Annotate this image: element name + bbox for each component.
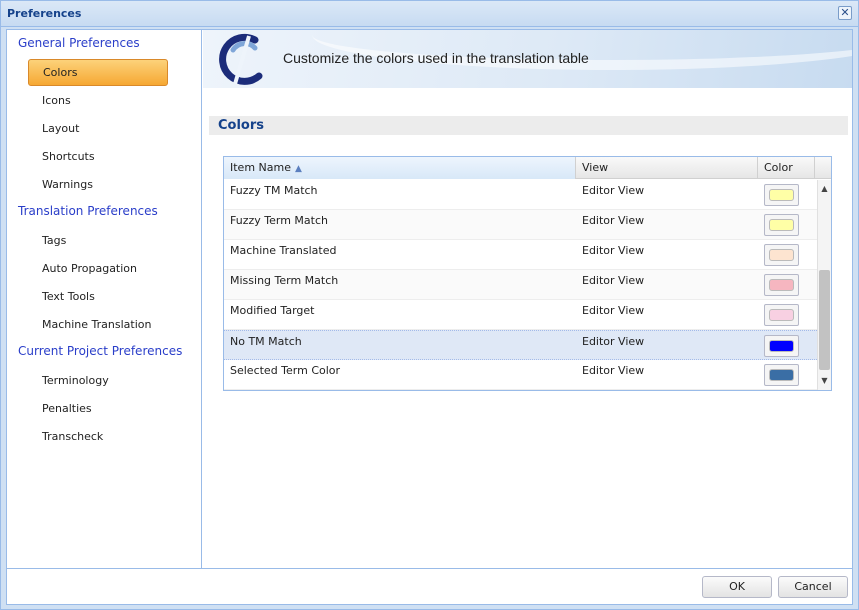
title-bar: Preferences ✕ — [1, 1, 858, 27]
preferences-content: Customize the colors used in the transla… — [203, 30, 852, 568]
sort-ascending-icon: ▲ — [295, 164, 302, 174]
column-header-spacer — [815, 157, 831, 179]
color-swatch — [769, 369, 794, 381]
sidebar-item-machine-translation[interactable]: Machine Translation — [28, 311, 168, 339]
column-header-color[interactable]: Color — [758, 157, 815, 179]
section-title: Colors — [209, 116, 848, 135]
row-item-name: Machine Translated — [230, 244, 337, 257]
color-picker-button[interactable] — [764, 214, 799, 236]
column-header-view[interactable]: View — [576, 157, 758, 179]
row-view: Editor View — [582, 214, 645, 227]
row-item-name: Fuzzy Term Match — [230, 214, 328, 227]
row-view: Editor View — [582, 274, 645, 287]
sidebar-item-auto-propagation[interactable]: Auto Propagation — [28, 255, 168, 283]
color-swatch — [769, 189, 794, 201]
scroll-down-icon[interactable]: ▼ — [818, 374, 831, 388]
table-row[interactable]: Missing Term Match Editor View — [224, 270, 817, 300]
ok-button[interactable]: OK — [702, 576, 772, 598]
color-picker-button[interactable] — [764, 184, 799, 206]
row-view: Editor View — [582, 335, 645, 348]
sidebar-item-warnings[interactable]: Warnings — [28, 171, 168, 199]
color-picker-button[interactable] — [764, 274, 799, 296]
dialog-footer: OK Cancel — [6, 569, 853, 605]
column-label: Item Name — [230, 161, 291, 174]
preferences-sidebar: General Preferences Colors Icons Layout … — [7, 30, 202, 568]
scroll-thumb[interactable] — [819, 270, 830, 370]
grid-body: Fuzzy TM Match Editor View Fuzzy Term Matc… — [224, 180, 817, 390]
color-swatch — [769, 249, 794, 261]
color-picker-button[interactable] — [764, 304, 799, 326]
row-view: Editor View — [582, 304, 645, 317]
row-item-name: Modified Target — [230, 304, 315, 317]
color-picker-button[interactable] — [764, 244, 799, 266]
sidebar-item-layout[interactable]: Layout — [28, 115, 168, 143]
row-view: Editor View — [582, 364, 645, 377]
color-picker-button[interactable] — [764, 335, 799, 357]
sidebar-group-translation[interactable]: Translation Preferences — [18, 204, 158, 218]
grid-scrollbar[interactable]: ▲ ▼ — [817, 180, 831, 390]
preferences-window: Preferences ✕ General Preferences Colors… — [0, 0, 859, 610]
row-item-name: Selected Term Color — [230, 364, 341, 377]
color-swatch — [769, 340, 794, 352]
sidebar-item-colors[interactable]: Colors — [28, 59, 168, 86]
scroll-up-icon[interactable]: ▲ — [818, 182, 831, 196]
row-view: Editor View — [582, 244, 645, 257]
sidebar-group-general[interactable]: General Preferences — [18, 36, 140, 50]
table-row[interactable]: Fuzzy Term Match Editor View — [224, 210, 817, 240]
grid-header: Item Name ▲ View Color — [224, 157, 831, 179]
page-heading: Customize the colors used in the transla… — [283, 50, 589, 66]
table-row[interactable]: No TM Match Editor View — [224, 330, 817, 360]
sidebar-item-terminology[interactable]: Terminology — [28, 367, 168, 395]
row-view: Editor View — [582, 184, 645, 197]
sidebar-group-current-project[interactable]: Current Project Preferences — [18, 344, 182, 358]
table-row[interactable]: Selected Term Color Editor View — [224, 360, 817, 390]
color-swatch — [769, 279, 794, 291]
app-logo-icon — [219, 33, 263, 85]
sidebar-item-penalties[interactable]: Penalties — [28, 395, 168, 423]
sidebar-item-tags[interactable]: Tags — [28, 227, 168, 255]
header-banner: Customize the colors used in the transla… — [203, 30, 852, 88]
sidebar-item-icons[interactable]: Icons — [28, 87, 168, 115]
table-row[interactable]: Machine Translated Editor View — [224, 240, 817, 270]
color-swatch — [769, 309, 794, 321]
row-item-name: Missing Term Match — [230, 274, 339, 287]
sidebar-item-text-tools[interactable]: Text Tools — [28, 283, 168, 311]
sidebar-item-transcheck[interactable]: Transcheck — [28, 423, 168, 451]
window-title: Preferences — [7, 7, 82, 20]
column-header-item-name[interactable]: Item Name ▲ — [224, 157, 576, 179]
row-item-name: Fuzzy TM Match — [230, 184, 318, 197]
close-icon[interactable]: ✕ — [838, 6, 852, 20]
color-picker-button[interactable] — [764, 364, 799, 386]
colors-grid: Item Name ▲ View Color Fuzzy TM Match Edit… — [223, 156, 832, 391]
table-row[interactable]: Modified Target Editor View — [224, 300, 817, 330]
cancel-button[interactable]: Cancel — [778, 576, 848, 598]
sidebar-item-shortcuts[interactable]: Shortcuts — [28, 143, 168, 171]
row-item-name: No TM Match — [230, 335, 302, 348]
table-row[interactable]: Fuzzy TM Match Editor View — [224, 180, 817, 210]
color-swatch — [769, 219, 794, 231]
dialog-body: General Preferences Colors Icons Layout … — [6, 29, 853, 569]
